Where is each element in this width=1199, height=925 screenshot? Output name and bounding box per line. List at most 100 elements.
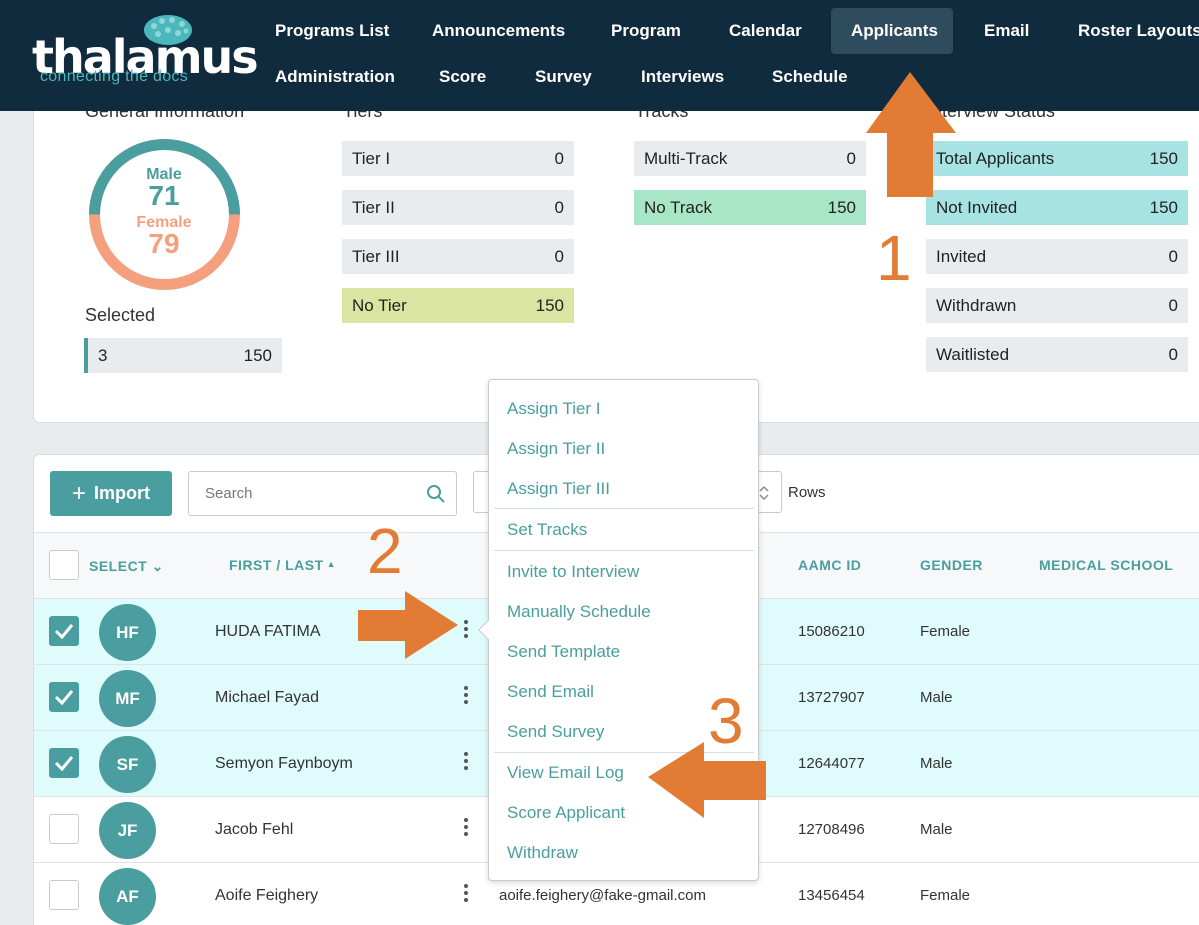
menu-send-survey[interactable]: Send Survey (507, 722, 604, 742)
nav-survey[interactable]: Survey (515, 54, 612, 100)
menu-send-email[interactable]: Send Email (507, 682, 594, 702)
stat-value: 0 (1168, 295, 1178, 315)
no-track-stat[interactable]: No Track 150 (634, 190, 866, 225)
avatar: AF (99, 868, 156, 925)
stat-value: 0 (554, 148, 564, 168)
applicant-name[interactable]: Michael Fayad (215, 689, 319, 707)
select-header-label: SELECT (89, 558, 148, 574)
menu-send-template[interactable]: Send Template (507, 642, 620, 662)
select-column-header[interactable]: SELECT ⌄ (89, 558, 164, 575)
female-count: 79 (148, 228, 180, 259)
menu-assign-tier-ii[interactable]: Assign Tier II (507, 439, 605, 459)
aamc-id: 12644077 (798, 755, 865, 772)
nav-interviews[interactable]: Interviews (621, 54, 744, 100)
nav-score[interactable]: Score (419, 54, 506, 100)
nav-announcements[interactable]: Announcements (412, 8, 585, 54)
checkmark-icon (54, 624, 74, 640)
gender-column-header[interactable]: GENDER (920, 557, 983, 573)
menu-set-tracks[interactable]: Set Tracks (507, 520, 587, 540)
stat-label: Tier II (352, 197, 395, 217)
logo-tagline: connecting the docs (40, 68, 189, 85)
tier-iii-stat[interactable]: Tier III 0 (342, 239, 574, 274)
stat-value: 0 (1168, 344, 1178, 364)
selected-title: Selected (85, 305, 156, 325)
tier-i-stat[interactable]: Tier I 0 (342, 141, 574, 176)
row-checkbox[interactable] (49, 880, 79, 910)
gender: Male (920, 689, 953, 706)
more-options-icon[interactable] (460, 683, 472, 713)
stat-label: Invited (936, 246, 987, 266)
invited-stat[interactable]: Invited 0 (926, 239, 1188, 274)
nav-program[interactable]: Program (591, 8, 701, 54)
menu-withdraw[interactable]: Withdraw (507, 843, 578, 863)
avatar: MF (99, 670, 156, 727)
stat-label: Not Invited (936, 197, 1018, 217)
waitlisted-stat[interactable]: Waitlisted 0 (926, 337, 1188, 372)
select-all-checkbox[interactable] (49, 550, 79, 580)
name-column-header[interactable]: FIRST / LAST ▲ (229, 557, 336, 573)
search-input[interactable]: Search (188, 471, 457, 516)
multi-track-stat[interactable]: Multi-Track 0 (634, 141, 866, 176)
nav-roster-layouts[interactable]: Roster Layouts (1058, 8, 1199, 54)
stat-label: Tier I (352, 148, 391, 168)
stat-value: 0 (1168, 246, 1178, 266)
menu-assign-tier-iii[interactable]: Assign Tier III (507, 479, 610, 499)
checkmark-icon (54, 756, 74, 772)
stat-label: Withdrawn (936, 295, 1017, 315)
row-checkbox[interactable] (49, 682, 79, 712)
menu-manually-schedule[interactable]: Manually Schedule (507, 602, 651, 622)
medical-school-column-header[interactable]: MEDICAL SCHOOL (1039, 557, 1173, 573)
more-options-icon[interactable] (460, 815, 472, 845)
nav-schedule[interactable]: Schedule (752, 54, 868, 100)
gender: Male (920, 755, 953, 772)
no-tier-stat[interactable]: No Tier 150 (342, 288, 574, 323)
stat-value: 0 (554, 246, 564, 266)
stat-value: 150 (827, 197, 856, 217)
withdrawn-stat[interactable]: Withdrawn 0 (926, 288, 1188, 323)
row-checkbox[interactable] (49, 616, 79, 646)
menu-invite-to-interview[interactable]: Invite to Interview (507, 562, 639, 582)
total-applicants-stat[interactable]: Total Applicants 150 (926, 141, 1188, 176)
applicant-context-menu: Assign Tier I Assign Tier II Assign Tier… (478, 379, 759, 881)
nav-email[interactable]: Email (964, 8, 1049, 54)
chevron-updown-icon (759, 486, 769, 500)
gender: Female (920, 623, 971, 640)
selected-value: 150 (243, 345, 272, 365)
stat-value: 0 (554, 197, 564, 217)
applicant-name[interactable]: Semyon Faynboym (215, 755, 353, 773)
stat-value: 0 (846, 148, 856, 168)
aamc-column-header[interactable]: AAMC ID (798, 557, 861, 573)
rows-label: Rows (788, 484, 826, 501)
applicant-name[interactable]: Aoife Feighery (215, 887, 318, 905)
stat-label: Multi-Track (644, 148, 728, 168)
more-options-icon[interactable] (460, 881, 472, 911)
nav-applicants[interactable]: Applicants (831, 8, 953, 54)
checkmark-icon (54, 690, 74, 706)
name-header-label: FIRST / LAST (229, 557, 324, 573)
more-options-icon[interactable] (460, 749, 472, 779)
step-3-label: 3 (708, 685, 744, 757)
menu-assign-tier-i[interactable]: Assign Tier I (507, 399, 601, 419)
row-checkbox[interactable] (49, 748, 79, 778)
aamc-id: 13456454 (798, 887, 865, 904)
selected-label: 3 (98, 345, 108, 365)
gender: Female (920, 887, 971, 904)
nav-calendar[interactable]: Calendar (709, 8, 822, 54)
nav-programs-list[interactable]: Programs List (255, 8, 409, 54)
tier-ii-stat[interactable]: Tier II 0 (342, 190, 574, 225)
stat-label: Waitlisted (936, 344, 1010, 364)
thalamus-logo[interactable]: thalamus connecting the docs (30, 10, 259, 90)
plus-icon: + (71, 479, 86, 507)
step-1-label: 1 (876, 222, 912, 294)
selected-stat[interactable]: 3 150 (84, 338, 282, 373)
stat-value: 150 (535, 295, 564, 315)
menu-score-applicant[interactable]: Score Applicant (507, 803, 625, 823)
more-options-icon[interactable] (460, 617, 472, 647)
menu-view-email-log[interactable]: View Email Log (507, 763, 624, 783)
nav-administration[interactable]: Administration (255, 54, 415, 100)
applicant-name[interactable]: Jacob Fehl (215, 821, 293, 839)
not-invited-stat[interactable]: Not Invited 150 (926, 190, 1188, 225)
applicant-name[interactable]: HUDA FATIMA (215, 623, 321, 641)
import-button[interactable]: + Import (50, 471, 172, 516)
row-checkbox[interactable] (49, 814, 79, 844)
